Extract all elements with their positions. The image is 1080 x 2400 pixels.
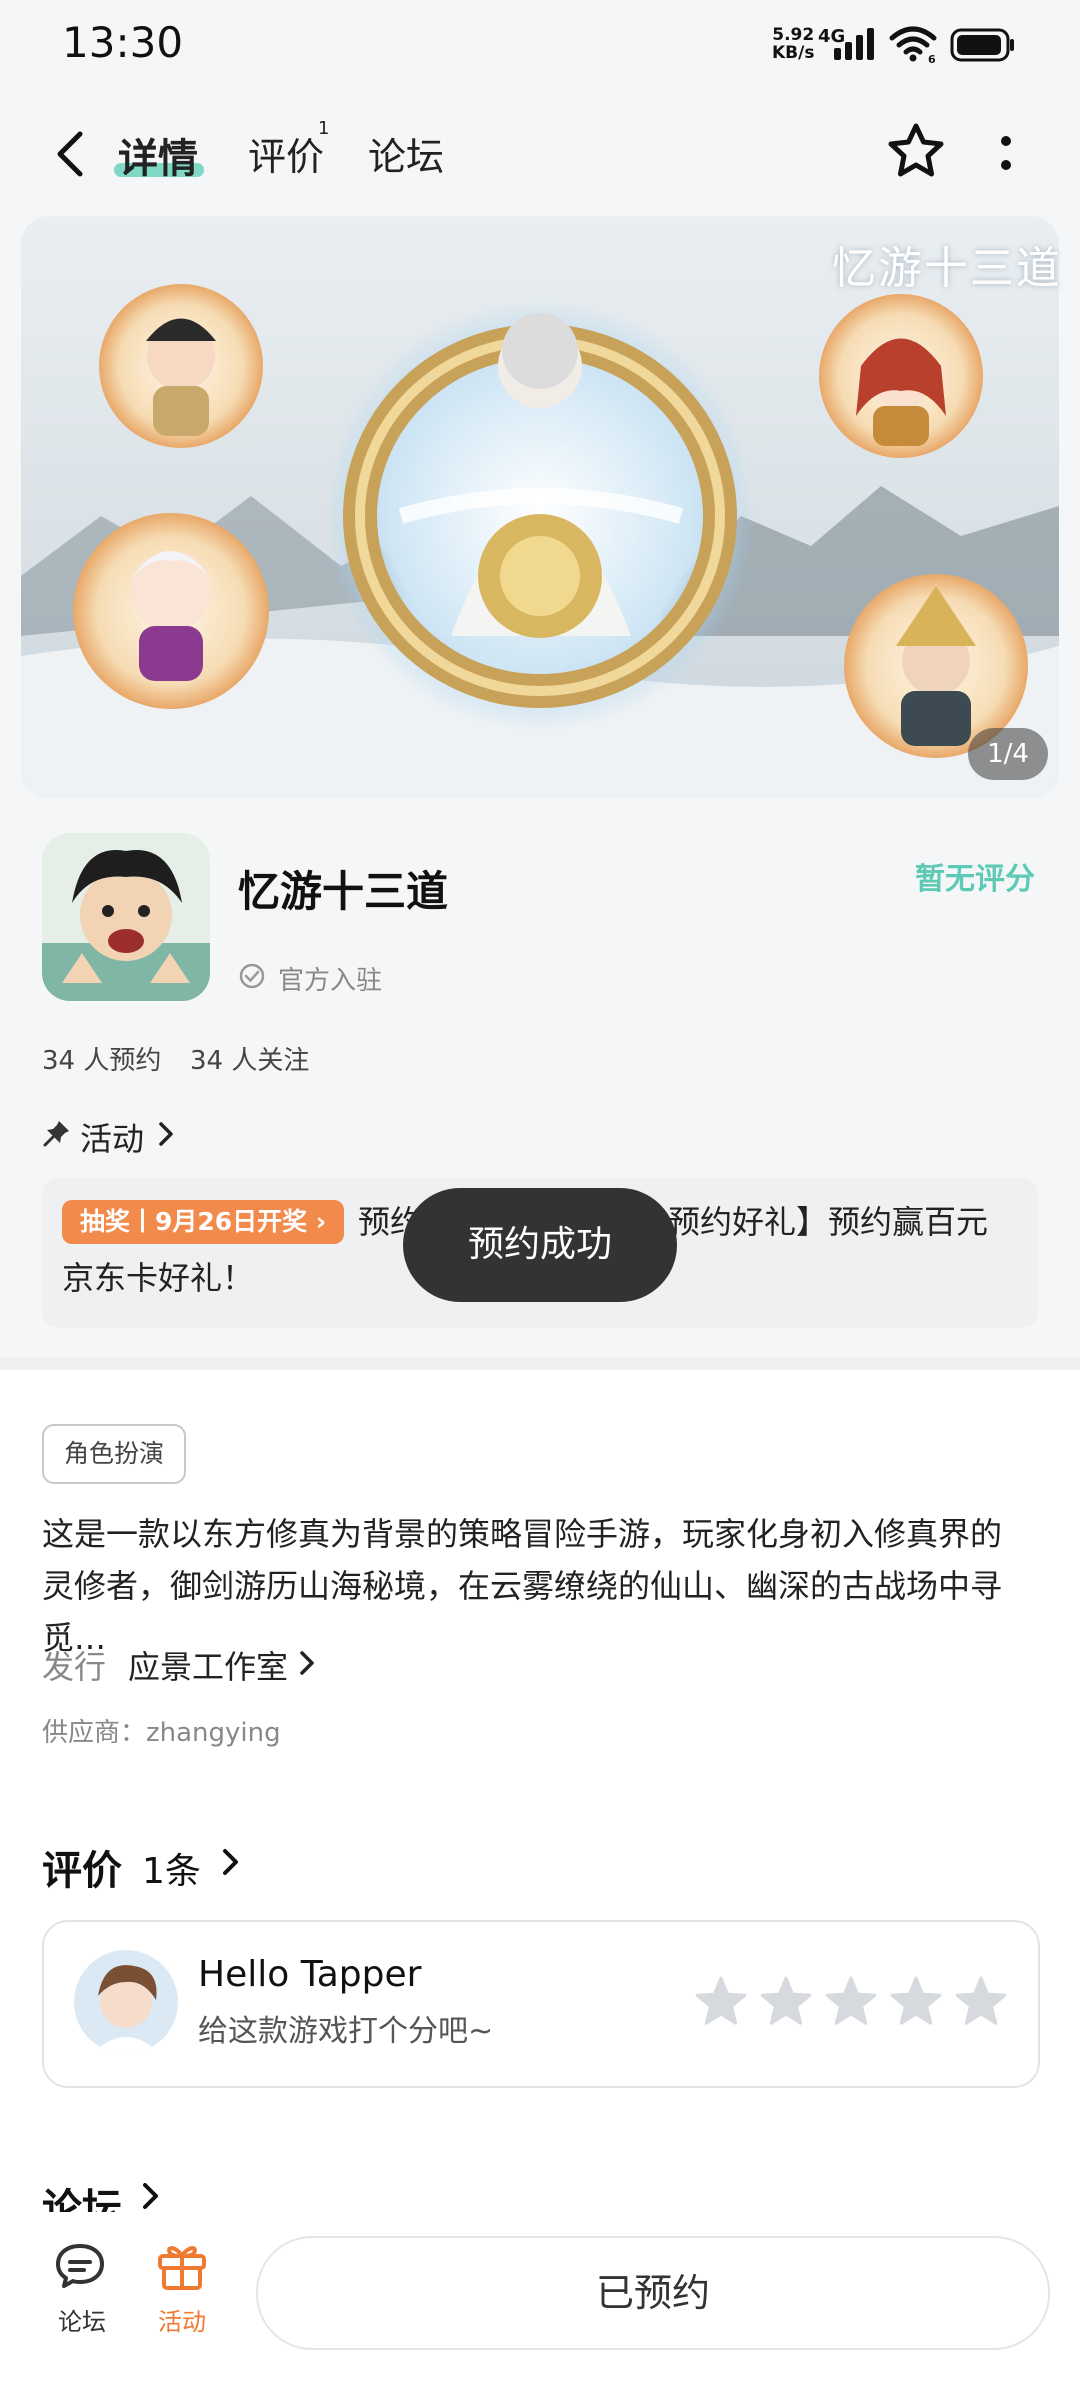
publisher-label: 发行	[42, 1648, 107, 1686]
reviews-section-title[interactable]: 评价	[42, 1838, 122, 1896]
user-avatar	[74, 1950, 178, 2054]
wifi-sub-label: 6	[928, 53, 936, 64]
user-name: Hello Tapper	[198, 1954, 422, 1995]
tab-reviews-count: 1	[318, 118, 330, 139]
wifi-icon: 6	[889, 26, 937, 64]
net-speed-value: 5.92	[772, 25, 815, 45]
rating-star-icon[interactable]	[825, 1976, 877, 2025]
rating-star-icon[interactable]	[955, 1976, 1007, 2025]
forum-chat-icon[interactable]	[54, 2240, 110, 2292]
genre-tag[interactable]: 角色扮演	[42, 1424, 187, 1484]
publisher-link[interactable]: 应景工作室	[128, 1642, 288, 1688]
tab-reviews[interactable]: 评价	[248, 126, 324, 181]
pin-icon	[43, 1121, 69, 1147]
chevron-right-icon[interactable]	[140, 2180, 162, 2212]
tab-forum[interactable]: 论坛	[368, 126, 444, 181]
game-description[interactable]: 这是一款以东方修真为背景的策略冒险手游，玩家化身初入修真界的灵修者，御剑游历山海…	[42, 1508, 1032, 1664]
verified-check-icon	[239, 963, 265, 989]
tab-details[interactable]: 详情	[118, 126, 198, 184]
follower-count: 34 人关注	[190, 1046, 310, 1076]
rating-star-icon[interactable]	[695, 1976, 747, 2025]
reserved-button[interactable]: 已预约	[256, 2236, 1050, 2350]
supplier-info: 供应商：zhangying	[42, 1718, 281, 1748]
signal-icon	[834, 28, 874, 60]
banner-overlay-title: 忆游十三道	[832, 243, 1062, 294]
chevron-right-icon[interactable]	[298, 1648, 316, 1678]
battery-icon	[950, 28, 1014, 62]
toast-message: 预约成功	[403, 1188, 677, 1302]
follow-star-icon[interactable]	[886, 122, 946, 180]
official-label: 官方入驻	[278, 966, 383, 996]
more-options-icon[interactable]	[994, 132, 1018, 178]
back-icon[interactable]	[52, 128, 88, 180]
chevron-right-icon[interactable]	[220, 1846, 242, 1878]
bottom-activity-label[interactable]: 活动	[158, 2302, 206, 2337]
game-banner-image[interactable]	[21, 216, 1059, 798]
gift-icon[interactable]	[154, 2236, 210, 2292]
chevron-right-icon: ›	[315, 1207, 327, 1236]
banner-page-indicator: 1/4	[968, 728, 1048, 780]
lottery-badge[interactable]: 抽奖丨9月26日开奖 ›	[62, 1200, 345, 1244]
activity-text-end: 预约好礼】预约赢百元	[668, 1203, 989, 1241]
net-speed-unit: KB/s	[772, 43, 815, 63]
status-time: 13:30	[62, 18, 184, 67]
game-app-icon	[42, 833, 210, 1001]
rating-star-icon[interactable]	[890, 1976, 942, 2025]
lottery-badge-label: 抽奖丨9月26日开奖	[80, 1207, 308, 1236]
game-title: 忆游十三道	[238, 867, 449, 916]
net-speed: 5.92 KB/s	[772, 26, 814, 62]
bottom-forum-label[interactable]: 论坛	[58, 2302, 106, 2337]
activity-section-title[interactable]: 活动	[80, 1114, 144, 1160]
section-divider	[0, 1358, 1080, 1370]
rating-hint: 给这款游戏打个分吧~	[198, 2014, 494, 2049]
chevron-right-icon[interactable]	[156, 1120, 176, 1148]
star-rating-input[interactable]	[694, 1976, 1008, 2030]
rating-status: 暂无评分	[915, 862, 1035, 897]
rating-star-icon[interactable]	[760, 1976, 812, 2025]
reviews-count[interactable]: 1条	[142, 1842, 201, 1894]
activity-text-line2: 京东卡好礼！	[62, 1259, 255, 1297]
reservation-count: 34 人预约	[42, 1046, 162, 1076]
